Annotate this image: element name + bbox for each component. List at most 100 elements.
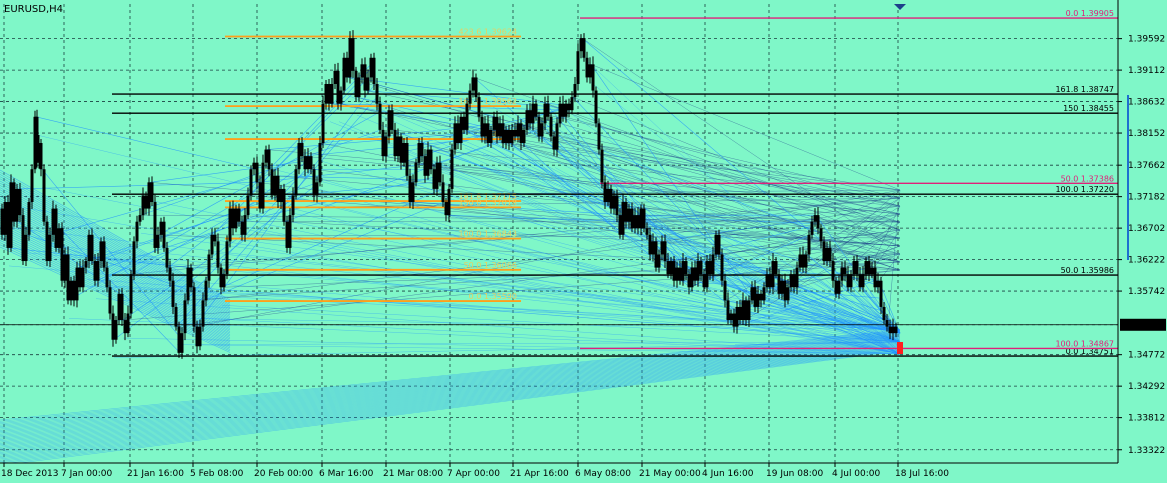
candle-body: [336, 70, 340, 104]
candle-body: [648, 234, 652, 255]
candle-body: [597, 123, 601, 150]
fib-level-label: 50.0 1.36066: [464, 261, 517, 270]
candle-body: [138, 215, 142, 222]
candle-body: [216, 241, 220, 268]
candle-body: [612, 195, 616, 209]
candle-body: [354, 70, 358, 98]
candle-body: [690, 267, 694, 288]
candle-body: [873, 267, 877, 288]
candle-body: [600, 149, 604, 183]
candle-body: [198, 326, 202, 347]
fib-level-label: 0.0 1.35590: [469, 292, 517, 301]
candle-body: [705, 261, 709, 288]
candle-body: [222, 274, 226, 288]
candle-body: [861, 274, 865, 288]
candle-body: [144, 195, 148, 209]
candle-body: [234, 208, 238, 229]
candle-body: [525, 110, 529, 130]
current-price-label: 1.35228: [1126, 321, 1163, 331]
candle-body: [492, 116, 496, 130]
candle-body: [180, 333, 184, 353]
candle-body: [483, 123, 487, 137]
fib-level-label: 100.0 1.36843: [458, 230, 517, 239]
candle-body: [702, 274, 706, 288]
candle-body: [378, 103, 382, 130]
candle-body: [714, 234, 718, 255]
candle-body: [426, 149, 430, 176]
fib-level-label: 150.0 1.37018: [458, 198, 517, 207]
candle-body: [570, 97, 574, 111]
candle-body: [282, 188, 286, 222]
candle-body: [468, 90, 472, 104]
candle-body: [684, 261, 688, 275]
candle-body: [498, 123, 502, 137]
candle-body: [75, 267, 79, 301]
candle-body: [297, 143, 301, 170]
y-tick-label: 1.33322: [1128, 446, 1165, 456]
candle-body: [546, 103, 550, 117]
candle-body: [183, 300, 187, 334]
candle-body: [393, 129, 397, 157]
candle-body: [324, 83, 328, 104]
candle-body: [399, 136, 403, 163]
candle-body: [798, 254, 802, 268]
candle-body: [696, 261, 700, 281]
candle-body: [195, 326, 199, 347]
candle-body: [27, 202, 31, 235]
candle-body: [768, 274, 772, 288]
candle-body: [30, 169, 34, 203]
candle-body: [894, 326, 898, 334]
candle-body: [801, 254, 805, 268]
price-chart[interactable]: 423.6 1.39624161.8 1.385621.38060161.8 1…: [0, 0, 1167, 483]
candle-body: [891, 326, 895, 334]
candle-body: [657, 254, 661, 268]
candle-body: [315, 182, 319, 196]
candle-body: [453, 123, 457, 150]
candle-body: [687, 274, 691, 288]
candle-body: [756, 293, 760, 307]
x-tick-label: 21 Apr 16:00: [510, 469, 569, 479]
candle-body: [141, 195, 145, 216]
y-tick-label: 1.38632: [1128, 98, 1165, 108]
candle-body: [381, 129, 385, 157]
candle-body: [507, 129, 511, 144]
candle-body: [531, 103, 535, 124]
candle-body: [762, 287, 766, 301]
candle-body: [408, 175, 412, 203]
candle-body: [57, 228, 61, 248]
candle-body: [3, 202, 7, 235]
candle-body: [390, 110, 394, 130]
x-tick-label: 4 Jun 16:00: [702, 469, 754, 479]
candle-body: [645, 228, 649, 235]
candle-body: [69, 280, 73, 301]
candle-body: [609, 188, 613, 209]
candle-body: [708, 261, 712, 275]
candle-body: [879, 280, 883, 307]
candle-body: [606, 188, 610, 203]
candle-body: [186, 267, 190, 301]
candle-body: [264, 149, 268, 163]
candle-body: [549, 116, 553, 137]
candle-body: [342, 57, 346, 91]
candle-body: [495, 116, 499, 137]
candle-body: [99, 241, 103, 262]
x-tick-label: 7 Jan 00:00: [61, 469, 113, 479]
candle-body: [51, 208, 55, 235]
candle-body: [459, 116, 463, 144]
candle-body: [819, 228, 823, 242]
candle-body: [153, 202, 157, 248]
candle-body: [816, 215, 820, 229]
candle-body: [105, 267, 109, 288]
chart-window[interactable]: 423.6 1.39624161.8 1.385621.38060161.8 1…: [0, 0, 1167, 483]
candle-body: [681, 261, 685, 281]
candle-body: [441, 182, 445, 203]
candle-body: [66, 254, 70, 301]
candle-body: [63, 254, 67, 281]
candle-body: [318, 143, 322, 183]
candle-body: [192, 287, 196, 327]
candle-body: [246, 195, 250, 216]
candle-body: [864, 261, 868, 275]
candle-body: [0, 208, 4, 235]
candle-body: [81, 267, 85, 288]
candle-body: [582, 38, 586, 58]
